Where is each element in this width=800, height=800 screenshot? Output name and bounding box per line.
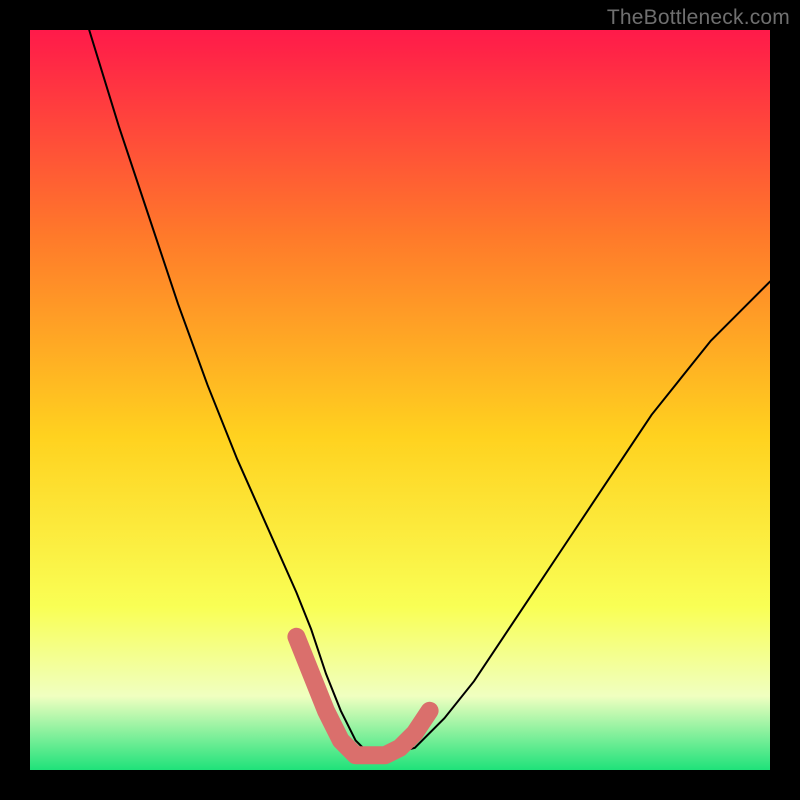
bottleneck-curve-chart <box>30 30 770 770</box>
plot-area <box>30 30 770 770</box>
watermark-text: TheBottleneck.com <box>607 6 790 30</box>
chart-frame: TheBottleneck.com <box>0 0 800 800</box>
gradient-background <box>30 30 770 770</box>
